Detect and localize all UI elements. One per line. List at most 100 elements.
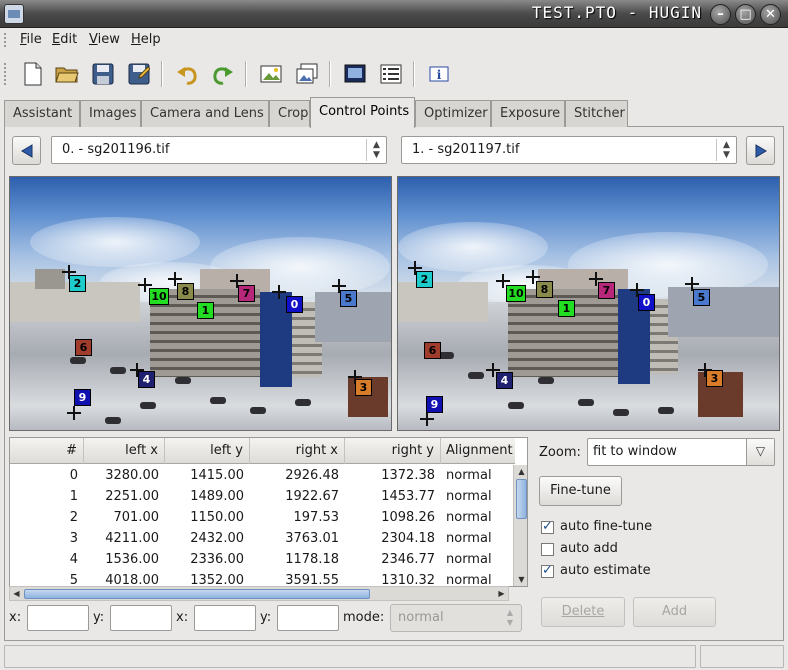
- table-row[interactable]: 0 3280.00 1415.00 2926.48 1372.38 normal: [10, 465, 515, 486]
- status-resize-grip[interactable]: [700, 645, 784, 668]
- maximize-icon[interactable]: □: [735, 4, 756, 25]
- table-cell: 2: [69, 510, 78, 525]
- column-header-right-y[interactable]: right y: [345, 438, 441, 464]
- control-point-marker-5[interactable]: 5: [340, 290, 357, 307]
- table-row[interactable]: 1 2251.00 1489.00 1922.67 1453.77 normal: [10, 486, 515, 507]
- scroll-right-icon[interactable]: ▶: [495, 589, 508, 598]
- select-arrows-icon: ▲ ▼: [506, 608, 514, 627]
- mode-select[interactable]: normal ▲ ▼: [390, 604, 522, 632]
- add-images-icon[interactable]: [256, 59, 286, 89]
- open-folder-icon[interactable]: [52, 59, 82, 89]
- control-point-marker-6[interactable]: 6: [75, 339, 92, 356]
- control-point-marker-8[interactable]: 8: [536, 281, 553, 298]
- scroll-down-icon[interactable]: ▼: [515, 575, 527, 584]
- left-image-select[interactable]: 0. - sg201196.tif ▲ ▼: [51, 136, 387, 164]
- previous-image-button[interactable]: [12, 136, 41, 165]
- control-point-marker-2[interactable]: 2: [69, 275, 86, 292]
- horizontal-scrollbar[interactable]: ◀ ▶: [9, 586, 509, 601]
- control-point-marker-9[interactable]: 9: [426, 396, 443, 413]
- table-row[interactable]: 3 4211.00 2432.00 3763.01 2304.18 normal: [10, 528, 515, 549]
- table-row[interactable]: 4 1536.00 2336.00 1178.18 2346.77 normal: [10, 549, 515, 570]
- scroll-up-icon[interactable]: ▲: [515, 467, 527, 476]
- app-icon[interactable]: [4, 4, 24, 24]
- control-point-marker-0[interactable]: 0: [286, 296, 303, 313]
- control-point-list-icon[interactable]: [376, 59, 406, 89]
- column-header-left-y[interactable]: left y: [165, 438, 250, 464]
- preview-icon[interactable]: [340, 59, 370, 89]
- menu-edit[interactable]: Edit: [52, 32, 77, 47]
- chevron-down-icon[interactable]: ▽: [746, 439, 774, 465]
- new-file-icon[interactable]: [18, 59, 48, 89]
- car: [70, 357, 86, 364]
- control-point-marker-10[interactable]: 10: [506, 285, 526, 302]
- auto-estimate-checkbox[interactable]: [541, 563, 554, 578]
- table-row[interactable]: 2 701.00 1150.00 197.53 1098.26 normal: [10, 507, 515, 528]
- left-image-view[interactable]: 0 1 2 3 4 5 6 7 8 9 10: [9, 176, 392, 431]
- tab-control-points[interactable]: Control Points: [310, 97, 415, 128]
- control-point-marker-1[interactable]: 1: [558, 300, 575, 317]
- save-as-icon[interactable]: [124, 59, 154, 89]
- auto-fine-tune-checkbox[interactable]: [541, 519, 554, 534]
- control-point-marker-2[interactable]: 2: [416, 271, 433, 288]
- control-point-marker-7[interactable]: 7: [598, 282, 615, 299]
- tab-images[interactable]: Images: [80, 100, 141, 127]
- right-image-view[interactable]: 0 1 2 3 4 5 6 7 8 9 10: [397, 176, 780, 431]
- y-label: y:: [260, 610, 272, 625]
- minimize-icon[interactable]: –: [710, 4, 731, 25]
- tab-camera-and-lens[interactable]: Camera and Lens: [141, 100, 269, 127]
- column-header-index[interactable]: #: [10, 438, 84, 464]
- control-point-marker-8[interactable]: 8: [177, 283, 194, 300]
- menu-view[interactable]: View: [89, 32, 120, 47]
- left-y-input[interactable]: [110, 605, 172, 631]
- menu-help[interactable]: Help: [131, 32, 161, 47]
- control-point-cross[interactable]: [67, 406, 81, 420]
- redo-icon[interactable]: [208, 59, 238, 89]
- control-point-marker-5[interactable]: 5: [693, 289, 710, 306]
- table-row[interactable]: 5 4018.00 1352.00 3591.55 1310.32 normal: [10, 570, 515, 586]
- control-point-marker-3[interactable]: 3: [355, 379, 372, 396]
- mode-label: mode:: [343, 610, 385, 625]
- control-point-marker-1[interactable]: 1: [197, 302, 214, 319]
- tab-stitcher[interactable]: Stitcher: [565, 100, 628, 127]
- right-x-input[interactable]: [194, 605, 256, 631]
- column-header-alignment[interactable]: Alignment: [441, 438, 515, 464]
- close-icon[interactable]: ✕: [760, 4, 781, 25]
- column-header-right-x[interactable]: right x: [250, 438, 345, 464]
- tab-optimizer[interactable]: Optimizer: [415, 100, 491, 127]
- control-point-marker-6[interactable]: 6: [424, 342, 441, 359]
- control-point-marker-3[interactable]: 3: [706, 370, 723, 387]
- control-point-cross[interactable]: [272, 285, 286, 299]
- left-x-input[interactable]: [27, 605, 89, 631]
- tab-crop[interactable]: Crop: [269, 100, 310, 127]
- control-point-marker-4[interactable]: 4: [138, 371, 155, 388]
- auto-estimate-label: auto estimate: [560, 563, 651, 578]
- tab-assistant[interactable]: Assistant: [4, 100, 80, 127]
- control-point-cross[interactable]: [420, 412, 434, 426]
- control-point-table[interactable]: # left x left y right x right y Alignmen…: [9, 437, 528, 587]
- control-point-marker-7[interactable]: 7: [238, 285, 255, 302]
- right-image-select[interactable]: 1. - sg201197.tif ▲ ▼: [401, 136, 737, 164]
- delete-button[interactable]: Delete: [541, 597, 625, 627]
- about-icon[interactable]: i: [424, 59, 454, 89]
- undo-icon[interactable]: [172, 59, 202, 89]
- scroll-left-icon[interactable]: ◀: [10, 589, 23, 598]
- zoom-select[interactable]: fit to window ▽: [587, 438, 775, 466]
- tab-exposure[interactable]: Exposure: [491, 100, 565, 127]
- menu-file[interactable]: File: [20, 32, 42, 47]
- scrollbar-thumb[interactable]: [24, 589, 370, 599]
- control-point-marker-4[interactable]: 4: [496, 372, 513, 389]
- auto-add-checkbox[interactable]: [541, 543, 554, 556]
- save-icon[interactable]: [88, 59, 118, 89]
- x-label: x:: [9, 610, 22, 625]
- column-header-left-x[interactable]: left x: [84, 438, 165, 464]
- right-y-input[interactable]: [277, 605, 339, 631]
- control-point-marker-0[interactable]: 0: [638, 294, 655, 311]
- control-point-marker-9[interactable]: 9: [74, 389, 91, 406]
- next-image-button[interactable]: [746, 136, 775, 165]
- control-point-marker-10[interactable]: 10: [149, 288, 169, 305]
- add-time-series-icon[interactable]: [292, 59, 322, 89]
- add-button[interactable]: Add: [633, 597, 716, 627]
- vertical-scrollbar[interactable]: ▲ ▼: [513, 465, 527, 586]
- scrollbar-thumb[interactable]: [516, 479, 527, 519]
- fine-tune-button[interactable]: Fine-tune: [539, 476, 622, 506]
